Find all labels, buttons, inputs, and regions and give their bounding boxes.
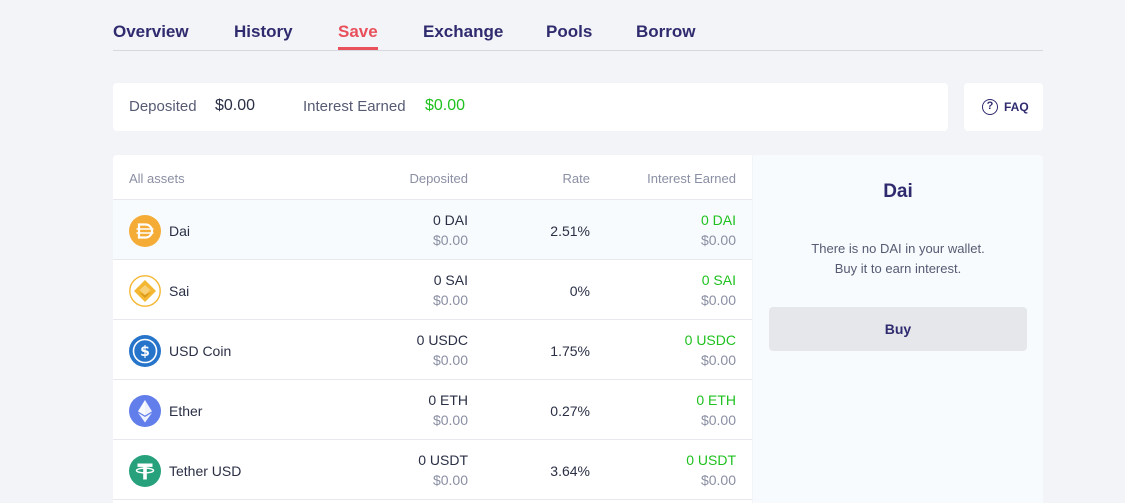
table-row-ether[interactable]: Ether 0 ETH $0.00 0.27% 0 ETH $0.00 [113, 380, 752, 440]
deposited-amount: 0 ETH [428, 392, 468, 408]
tether-icon [129, 455, 161, 487]
tab-pools[interactable]: Pools [546, 22, 592, 42]
nav-tabs: Overview History Save Exchange Pools Bor… [113, 0, 1043, 51]
table-row-tether[interactable]: Tether USD 0 USDT $0.00 3.64% 0 USDT $0.… [113, 440, 752, 500]
asset-name: Dai [169, 223, 191, 239]
tab-exchange[interactable]: Exchange [423, 22, 503, 42]
deposited-amount: 0 USDC [416, 332, 468, 348]
rate-value: 0% [569, 283, 590, 299]
asset-name: Sai [169, 283, 190, 299]
tab-borrow[interactable]: Borrow [636, 22, 696, 42]
interest-amount: 0 USDC [684, 332, 736, 348]
interest-earned-value: $0.00 [425, 97, 466, 114]
rate-value: 2.51% [550, 223, 590, 239]
deposited-amount: 0 SAI [433, 272, 468, 288]
tab-overview[interactable]: Overview [113, 22, 189, 42]
deposited-usd: $0.00 [432, 412, 468, 428]
panel-message-line1: There is no DAI in your wallet. [811, 241, 985, 256]
interest-amount: 0 USDT [686, 452, 736, 468]
deposited-label: Deposited [129, 98, 197, 115]
rate-value: 1.75% [550, 343, 590, 359]
interest-usd: $0.00 [700, 232, 736, 248]
asset-name: Ether [169, 403, 203, 419]
rate-value: 3.64% [550, 463, 590, 479]
savings-summary: Deposited $0.00 Interest Earned $0.00 [113, 83, 948, 131]
rate-value: 0.27% [550, 403, 590, 419]
deposited-usd: $0.00 [432, 352, 468, 368]
deposited-amount: 0 DAI [432, 212, 468, 228]
panel-message-line2: Buy it to earn interest. [834, 261, 962, 276]
interest-earned-label: Interest Earned [303, 98, 406, 115]
interest-usd: $0.00 [700, 292, 736, 308]
header-deposited: Deposited [409, 171, 468, 186]
assets-table: All assets Deposited Rate Interest Earne… [113, 155, 752, 503]
ether-icon [129, 395, 161, 427]
sai-icon [129, 275, 161, 307]
usdc-icon: $ [129, 335, 161, 367]
tab-history[interactable]: History [234, 22, 293, 42]
interest-amount: 0 SAI [701, 272, 736, 288]
deposited-amount: 0 USDT [418, 452, 468, 468]
faq-label: FAQ [1004, 100, 1029, 114]
interest-amount: 0 DAI [700, 212, 736, 228]
deposited-usd: $0.00 [432, 292, 468, 308]
asset-detail-panel: Dai There is no DAI in your wallet. Buy … [753, 155, 1043, 503]
interest-amount: 0 ETH [696, 392, 736, 408]
interest-usd: $0.00 [700, 472, 736, 488]
faq-button[interactable]: ? FAQ [964, 83, 1043, 131]
asset-name: Tether USD [169, 463, 242, 479]
table-row-usdc[interactable]: $ USD Coin 0 USDC $0.00 1.75% 0 USDC $0.… [113, 320, 752, 380]
table-header: All assets Deposited Rate Interest Earne… [113, 155, 752, 200]
dai-icon [129, 215, 161, 247]
asset-name: USD Coin [169, 343, 232, 359]
svg-text:$: $ [140, 344, 150, 360]
header-rate: Rate [562, 171, 590, 186]
interest-usd: $0.00 [700, 352, 736, 368]
buy-button[interactable]: Buy [769, 307, 1027, 351]
header-all-assets: All assets [129, 171, 185, 186]
deposited-usd: $0.00 [432, 232, 468, 248]
table-row-sai[interactable]: Sai 0 SAI $0.00 0% 0 SAI $0.00 [113, 260, 752, 320]
tab-save[interactable]: Save [338, 22, 378, 50]
panel-title: Dai [883, 181, 913, 202]
deposited-usd: $0.00 [432, 472, 468, 488]
table-row-dai[interactable]: Dai 0 DAI $0.00 2.51% 0 DAI $0.00 [113, 200, 752, 260]
question-circle-icon: ? [982, 99, 998, 115]
header-interest-earned: Interest Earned [647, 171, 736, 186]
interest-usd: $0.00 [700, 412, 736, 428]
deposited-value: $0.00 [215, 97, 256, 114]
